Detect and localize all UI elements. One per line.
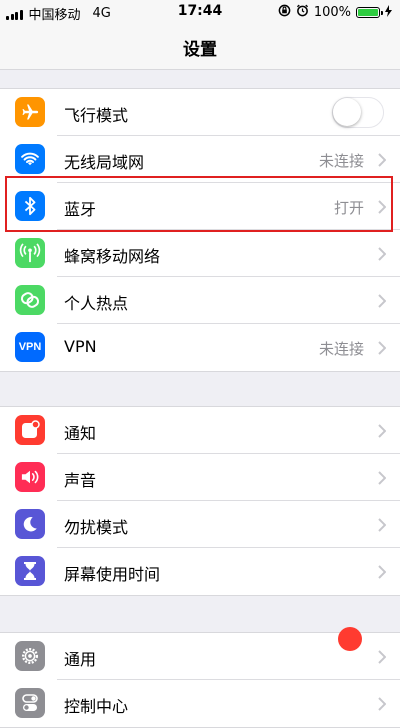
antenna-icon <box>15 238 45 268</box>
vpn-icon: VPN <box>15 332 45 362</box>
airplane-icon <box>15 97 45 127</box>
vpn-icon-text: VPN <box>18 341 42 353</box>
chevron-right-icon <box>378 696 387 715</box>
settings-group-general: 通用 控制中心 <box>0 627 400 728</box>
alarm-icon <box>296 4 309 21</box>
settings-row-sounds[interactable]: 声音 <box>0 454 400 501</box>
speaker-icon <box>15 462 45 492</box>
chevron-right-icon <box>378 517 387 536</box>
settings-row-label: 无线局域网 <box>64 153 145 172</box>
chevron-right-icon <box>378 470 387 489</box>
settings-row-general[interactable]: 通用 <box>0 627 400 680</box>
chevron-right-icon <box>378 199 387 218</box>
settings-row-wifi[interactable]: 无线局域网 未连接 <box>0 136 400 183</box>
hourglass-icon <box>15 556 45 586</box>
settings-row-label: 通用 <box>64 650 97 669</box>
settings-row-label: 蓝牙 <box>64 200 97 219</box>
rotation-lock-icon <box>278 4 291 21</box>
navigation-bar: 设置 <box>0 24 400 70</box>
settings-row-screentime[interactable]: 屏幕使用时间 <box>0 548 400 595</box>
charging-icon <box>385 4 392 21</box>
wifi-icon <box>15 144 45 174</box>
settings-row-label: 声音 <box>64 471 97 490</box>
chevron-right-icon <box>378 152 387 171</box>
settings-row-bluetooth[interactable]: 蓝牙 打开 <box>0 183 400 230</box>
chevron-right-icon <box>378 340 387 359</box>
settings-row-label: 蜂窝移动网络 <box>64 247 161 266</box>
settings-row-label: 个人热点 <box>64 294 129 313</box>
toggle-knob <box>333 98 361 126</box>
settings-row-label: 通知 <box>64 424 97 443</box>
page-title: 设置 <box>183 40 217 60</box>
settings-row-notifications[interactable]: 通知 <box>0 407 400 454</box>
settings-row-vpn[interactable]: VPN VPN 未连接 <box>0 324 400 371</box>
chevron-right-icon <box>378 564 387 583</box>
settings-row-label: 控制中心 <box>64 697 129 716</box>
battery-percent: 100% <box>313 5 351 20</box>
chevron-right-icon <box>378 649 387 668</box>
status-bar: 中国移动 4G 17:44 100% <box>0 0 400 24</box>
moon-icon <box>15 509 45 539</box>
settings-row-label: 屏幕使用时间 <box>64 565 161 584</box>
battery-level-fill <box>358 9 378 16</box>
wifi-status-value: 未连接 <box>318 152 364 170</box>
settings-row-airplane[interactable]: 飞行模式 <box>0 89 400 136</box>
bluetooth-icon <box>15 191 45 221</box>
update-badge <box>338 627 362 651</box>
vpn-status-value: 未连接 <box>318 340 364 358</box>
settings-row-control-center[interactable]: 控制中心 <box>0 680 400 727</box>
settings-row-cellular[interactable]: 蜂窝移动网络 <box>0 230 400 277</box>
airplane-mode-toggle[interactable] <box>332 97 384 128</box>
settings-row-label: VPN <box>64 337 97 356</box>
chevron-right-icon <box>378 423 387 442</box>
settings-row-dnd[interactable]: 勿扰模式 <box>0 501 400 548</box>
switches-icon <box>15 688 45 718</box>
gear-icon <box>15 641 45 671</box>
battery-icon <box>356 7 383 18</box>
settings-row-label: 勿扰模式 <box>64 518 129 537</box>
status-right: 100% <box>278 4 392 21</box>
settings-row-hotspot[interactable]: 个人热点 <box>0 277 400 324</box>
chevron-right-icon <box>378 246 387 265</box>
bluetooth-status-value: 打开 <box>333 199 364 217</box>
hotspot-icon <box>15 285 45 315</box>
chevron-right-icon <box>378 293 387 312</box>
settings-group-connectivity: 飞行模式 无线局域网 未连接 蓝牙 打开 蜂窝移动网络 个人热点 VPN VPN… <box>0 88 400 372</box>
notifications-icon <box>15 415 45 445</box>
settings-row-label: 飞行模式 <box>64 106 129 125</box>
settings-group-notifications: 通知 声音 勿扰模式 屏幕使用时间 <box>0 406 400 596</box>
